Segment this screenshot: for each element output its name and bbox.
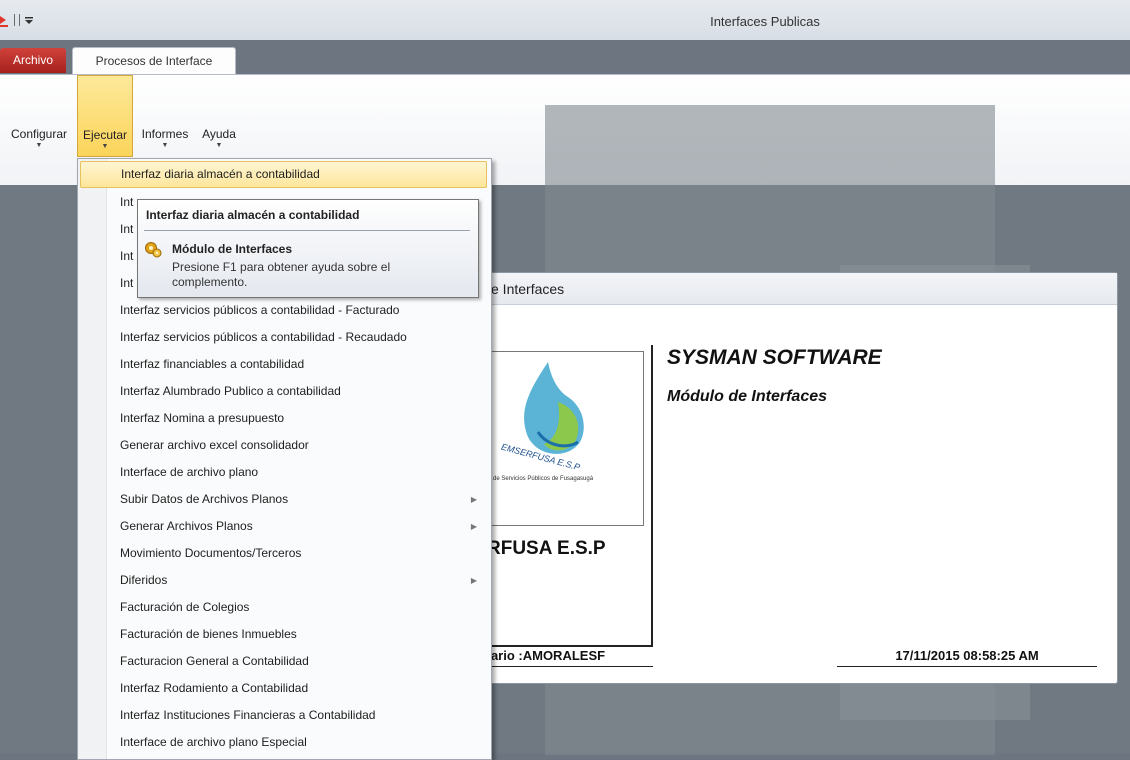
tooltip-divider <box>144 230 470 231</box>
menu-item-label: Diferidos <box>120 573 168 587</box>
logo-subtext: a de Servicios Públicos de Fusagasugá <box>488 476 594 482</box>
informes-label: Informes <box>141 127 189 141</box>
menu-item-label: Interfaz financiables a contabilidad <box>120 357 305 371</box>
menu-item-generar-archivos[interactable]: Generar Archivos Planos ▶ <box>80 513 487 540</box>
menu-item-label: Subir Datos de Archivos Planos <box>120 492 289 506</box>
window-title: Interfaces Publicas <box>710 14 820 29</box>
menu-item-facturacion-inmuebles[interactable]: Facturación de bienes Inmuebles <box>80 621 487 648</box>
ejecutar-label: Ejecutar <box>82 128 128 142</box>
ayuda-label: Ayuda <box>202 127 236 141</box>
logo-drop-icon <box>524 362 584 454</box>
window-caption: e Interfaces <box>477 273 1117 305</box>
title-bar: Interfaces Publicas <box>0 0 1130 40</box>
menu-item-label: Facturación de bienes Inmuebles <box>120 627 297 641</box>
menu-item-label: Int <box>120 249 134 263</box>
gears-icon <box>145 242 162 258</box>
ejecutar-button[interactable]: Ejecutar ▼ <box>77 75 133 157</box>
tab-archivo[interactable]: Archivo <box>0 48 66 73</box>
menu-item-servicios-publicos-recaudado[interactable]: Interfaz servicios públicos a contabilid… <box>80 324 487 351</box>
menu-item-label: Facturación de Colegios <box>120 600 250 614</box>
menu-item-label: Interfaz Instituciones Financieras a Con… <box>120 708 376 722</box>
menu-item-alumbrado-publico[interactable]: Interfaz Alumbrado Publico a contabilida… <box>80 378 487 405</box>
menu-item-rodamiento[interactable]: Interfaz Rodamiento a Contabilidad <box>80 675 487 702</box>
menu-item-facturacion-general[interactable]: Facturacion General a Contabilidad <box>80 648 487 675</box>
menu-item-servicios-publicos-facturado[interactable]: Interfaz servicios públicos a contabilid… <box>80 297 487 324</box>
menu-item-label: Int <box>120 222 134 236</box>
menu-item-label: Interfaz servicios públicos a contabilid… <box>120 330 407 344</box>
menu-item-nomina-presupuesto[interactable]: Interfaz Nomina a presupuesto <box>80 405 487 432</box>
menu-item-archivo-plano[interactable]: Interface de archivo plano <box>80 459 487 486</box>
menu-item-label: Generar Archivos Planos <box>120 519 253 533</box>
menu-item-subir-datos[interactable]: Subir Datos de Archivos Planos ▶ <box>80 486 487 513</box>
dropdown-arrow-icon: ▼ <box>215 142 223 149</box>
dropdown-arrow-icon: ▼ <box>35 142 43 149</box>
dropdown-arrow-icon: ▼ <box>161 142 169 149</box>
menu-item-label: Int <box>120 276 134 290</box>
company-logo: EMSERFUSA E.S.P a de Servicios Públicos … <box>487 351 644 526</box>
menu-item-label: Movimiento Documentos/Terceros <box>120 546 302 560</box>
menu-item-archivo-plano-especial[interactable]: Interface de archivo plano Especial <box>80 729 487 756</box>
ayuda-button[interactable]: Ayuda ▼ <box>196 75 242 157</box>
tooltip: Interfaz diaria almacén a contabilidad M… <box>137 199 479 298</box>
menu-item-label: Interfaz Alumbrado Publico a contabilida… <box>120 384 341 398</box>
tooltip-body: Presione F1 para obtener ayuda sobre el … <box>172 260 391 289</box>
submenu-arrow-icon: ▶ <box>470 522 477 531</box>
menu-item-label: Interfaz servicios públicos a contabilid… <box>120 303 400 317</box>
tooltip-heading: Módulo de Interfaces <box>172 242 293 256</box>
menu-item-label: Int <box>120 195 134 209</box>
company-name: SYSMAN SOFTWARE <box>667 346 882 369</box>
submenu-arrow-icon: ▶ <box>470 576 477 585</box>
menu-item-facturacion-colegios[interactable]: Facturación de Colegios <box>80 594 487 621</box>
dropdown-arrow-icon: ▼ <box>101 143 109 150</box>
interfaces-window: e Interfaces EMSERFUSA E.S.P a de Servic… <box>476 272 1118 684</box>
menu-item-label: Facturacion General a Contabilidad <box>120 654 309 668</box>
menu-item-label: Interface de archivo plano Especial <box>120 735 307 749</box>
menu-item-label: Interface de archivo plano <box>120 465 259 479</box>
user-label: uario :AMORALESF <box>483 648 653 667</box>
menu-item-excel-consolidador[interactable]: Generar archivo excel consolidador <box>80 432 487 459</box>
menu-item-diferidos[interactable]: Diferidos ▶ <box>80 567 487 594</box>
informes-button[interactable]: Informes ▼ <box>134 75 196 157</box>
tab-procesos-de-interface[interactable]: Procesos de Interface <box>72 47 236 76</box>
configurar-label: Configurar <box>10 127 68 141</box>
logo-caption: RFUSA E.S.P <box>487 538 606 559</box>
tooltip-title: Interfaz diaria almacén a contabilidad <box>146 208 360 222</box>
menu-item-financiables[interactable]: Interfaz financiables a contabilidad <box>80 351 487 378</box>
menu-item-movimiento-documentos[interactable]: Movimiento Documentos/Terceros <box>80 540 487 567</box>
menu-item-label: Interfaz Nomina a presupuesto <box>120 411 285 425</box>
configurar-button[interactable]: Configurar ▼ <box>4 75 74 157</box>
module-name: Módulo de Interfaces <box>667 388 828 405</box>
menu-item-label: Generar archivo excel consolidador <box>120 438 309 452</box>
menu-item-label: Interfaz diaria almacén a contabilidad <box>121 167 320 181</box>
menu-item-interfaz-diaria-almacen[interactable]: Interfaz diaria almacén a contabilidad <box>80 161 487 188</box>
submenu-arrow-icon: ▶ <box>470 495 477 504</box>
datetime-label: 17/11/2015 08:58:25 AM <box>837 648 1097 667</box>
menu-item-label: Interfaz Rodamiento a Contabilidad <box>120 681 309 695</box>
menu-item-instituciones-financieras[interactable]: Interfaz Instituciones Financieras a Con… <box>80 702 487 729</box>
